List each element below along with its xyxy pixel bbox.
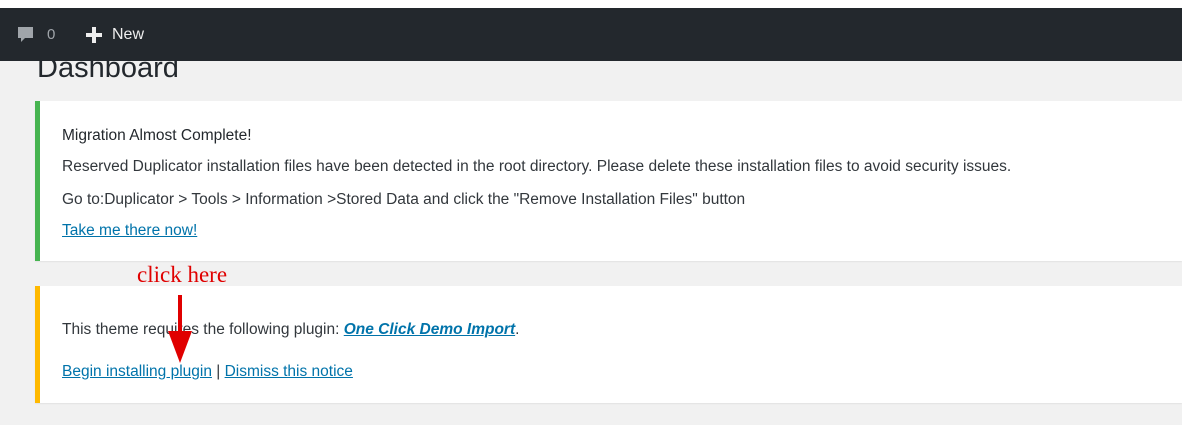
plugin-notice: This theme requires the following plugin…: [35, 286, 1182, 403]
comments-count: 0: [47, 26, 56, 43]
plugin-message-prefix: This theme requires the following plugin…: [62, 321, 344, 338]
new-label: New: [112, 25, 145, 43]
action-separator: |: [211, 363, 225, 380]
migration-heading: Migration Almost Complete!: [62, 127, 252, 144]
click-here-annotation: click here: [137, 262, 228, 287]
top-strip: [0, 0, 1182, 8]
plugin-actions: Begin installing plugin | Dismiss this n…: [62, 362, 353, 382]
migration-instructions: Go to:Duplicator > Tools > Information >…: [62, 191, 746, 208]
migration-message: Reserved Duplicator installation files h…: [62, 158, 1012, 175]
plus-icon: [85, 26, 103, 44]
plugin-message: This theme requires the following plugin…: [62, 320, 519, 340]
comments-menu[interactable]: 0: [16, 8, 55, 61]
dismiss-notice-link[interactable]: Dismiss this notice: [225, 363, 353, 380]
new-content-menu[interactable]: New: [85, 8, 144, 61]
comment-bubble-icon: [16, 25, 36, 45]
down-arrow-icon: [166, 295, 194, 370]
take-me-there-link[interactable]: Take me there now!: [62, 222, 197, 239]
plugin-link[interactable]: One Click Demo Import: [344, 321, 515, 338]
plugin-message-suffix: .: [515, 321, 520, 338]
migration-notice: Migration Almost Complete! Reserved Dupl…: [35, 101, 1182, 261]
admin-bar: 0 New: [0, 8, 1182, 61]
